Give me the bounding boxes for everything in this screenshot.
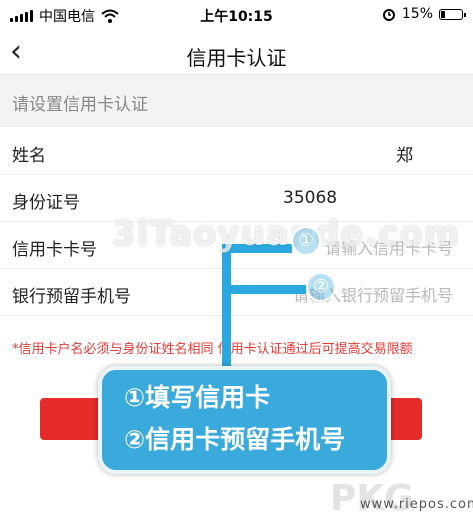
site-watermark: 3lTaoyuande.com	[112, 214, 461, 254]
status-bar: 中国电信 上午10:15 15%	[0, 0, 473, 32]
phone-label: 银行预留手机号	[12, 287, 131, 307]
status-right: 15%	[382, 6, 466, 22]
name-value: 郑	[396, 146, 413, 166]
page-title: 信用卡认证	[186, 46, 287, 70]
section-header-label: 请设置信用卡认证	[12, 95, 148, 115]
overlay-line-2: ②信用卡预留手机号	[124, 425, 346, 454]
notice-text: *信用卡户名必须与身份证姓名相同 信用卡认证通过后可提高交易限额	[12, 342, 413, 357]
id-value: 35068	[283, 188, 338, 208]
battery-icon	[439, 8, 466, 20]
id-label: 身份证号	[12, 193, 80, 213]
name-row: 姓名 郑	[0, 128, 473, 175]
bracket-middle	[222, 285, 306, 294]
brand-url: www.riepos.com	[360, 497, 473, 512]
callout-two: ②	[306, 272, 336, 302]
nav-bar: ‹ 信用卡认证	[0, 32, 473, 75]
card-label: 信用卡卡号	[12, 240, 97, 260]
instruction-overlay: ①填写信用卡 ②信用卡预留手机号	[98, 366, 391, 474]
section-header: 请设置信用卡认证	[0, 75, 473, 127]
overlay-line-1: ①填写信用卡	[124, 383, 271, 412]
alarm-icon	[382, 9, 395, 21]
battery-percent: 15%	[401, 6, 433, 22]
bracket-vertical	[222, 244, 231, 376]
name-label: 姓名	[12, 146, 46, 166]
callout-one: ①	[291, 226, 321, 256]
